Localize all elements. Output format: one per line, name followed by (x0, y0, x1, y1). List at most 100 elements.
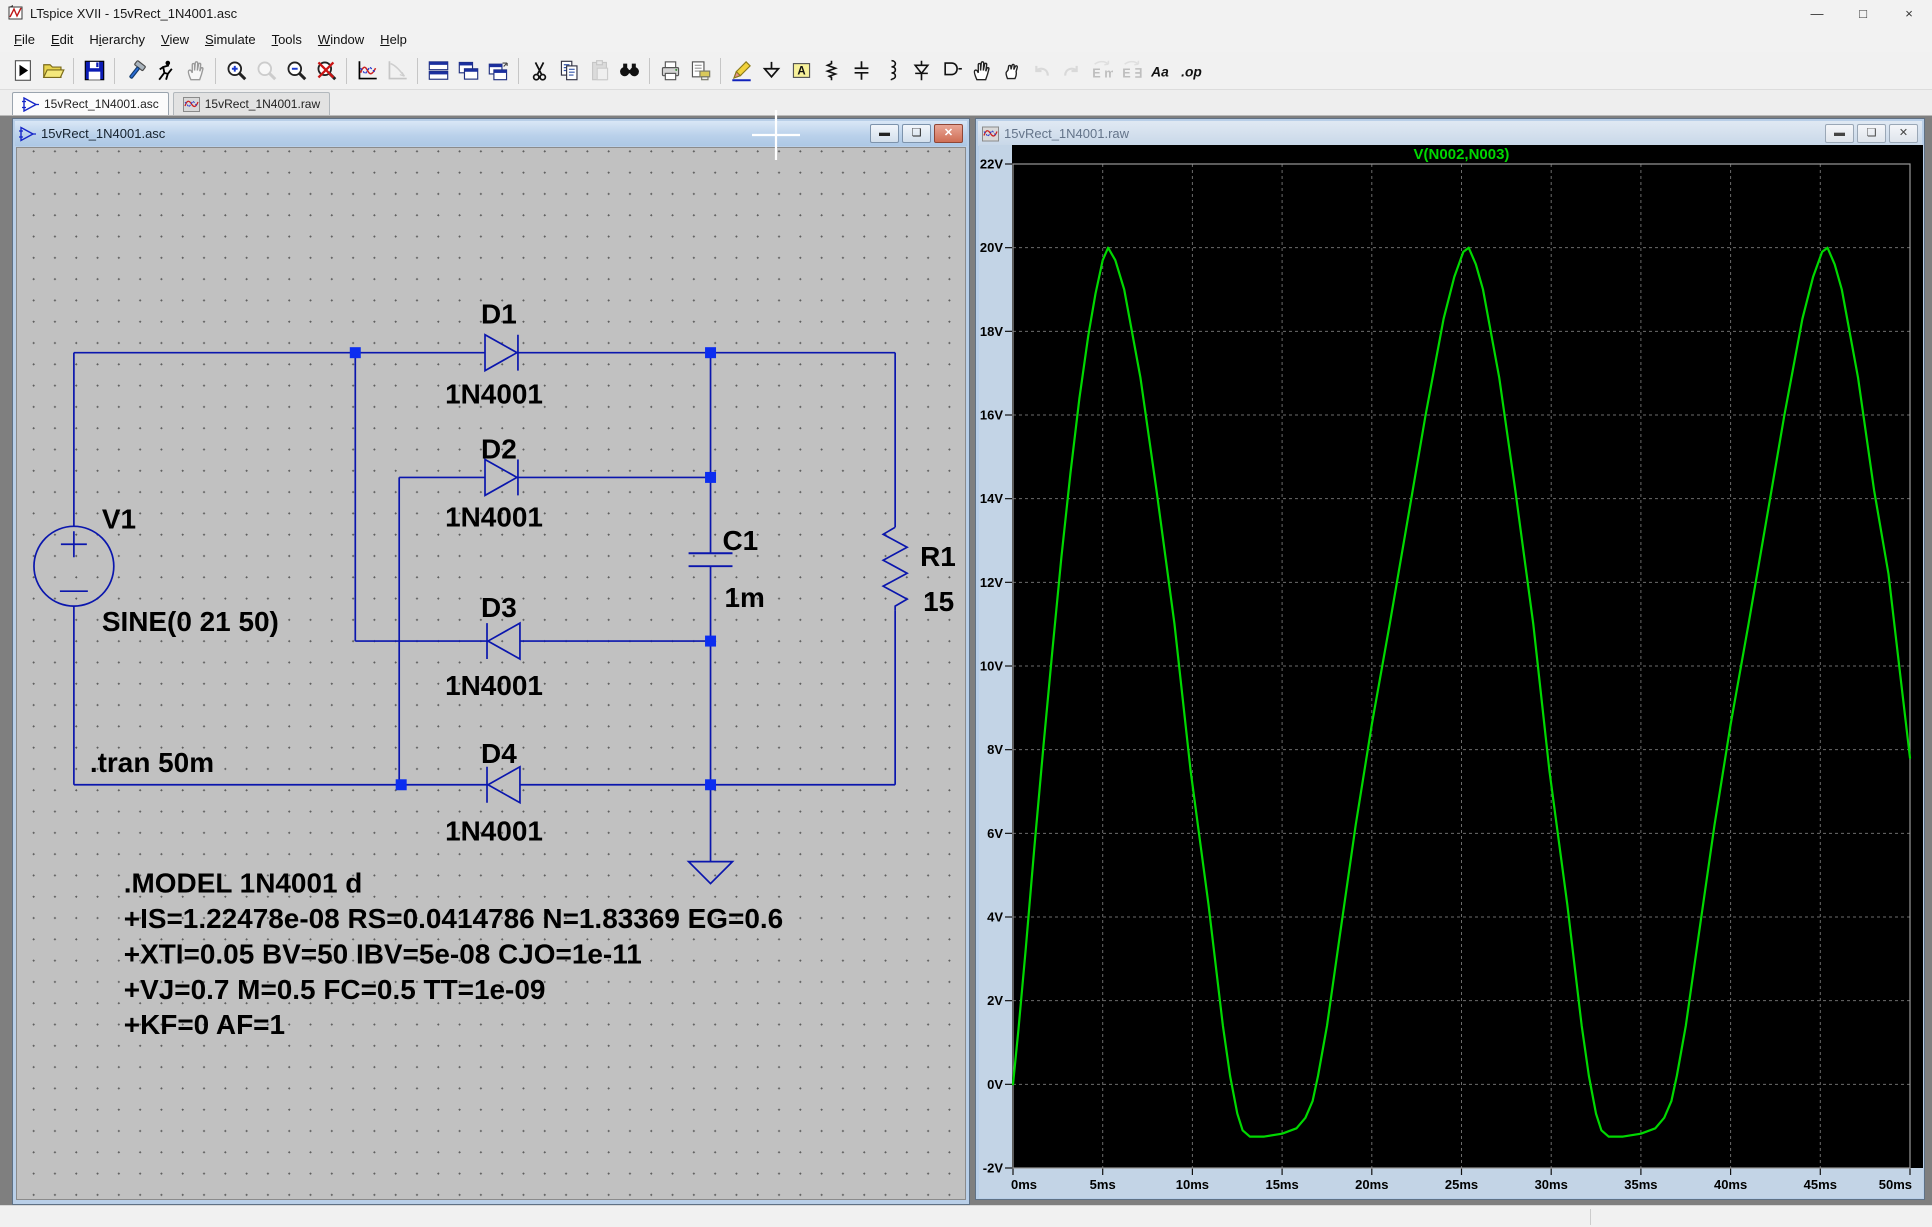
app-minimize-button[interactable]: — (1794, 0, 1840, 26)
x-axis-label: 25ms (1445, 1177, 1478, 1192)
pan-button[interactable] (181, 57, 209, 85)
run-button[interactable] (9, 57, 37, 85)
zoom-back-button[interactable] (252, 57, 280, 85)
print-button[interactable] (656, 57, 684, 85)
diode-d3[interactable] (487, 623, 520, 659)
wire-button[interactable] (727, 57, 755, 85)
x-axis-label: 5ms (1090, 1177, 1116, 1192)
schematic-close-button[interactable]: ✕ (934, 124, 963, 143)
trace-label[interactable]: V(N002,N003) (1414, 146, 1510, 163)
waveform-restore-button[interactable]: ❏ (1857, 124, 1886, 143)
diode-button[interactable] (907, 57, 935, 85)
drag-button[interactable] (997, 57, 1025, 85)
d2-value-label[interactable]: 1N4001 (445, 501, 543, 532)
waveform-close-button[interactable]: ✕ (1889, 124, 1918, 143)
waveform-plot-area[interactable]: 0ms5ms10ms15ms20ms25ms30ms35ms40ms45ms50… (979, 145, 1923, 1198)
waveform-file-icon (183, 97, 200, 112)
ground-symbol[interactable] (689, 862, 733, 884)
model-line-5[interactable]: +KF=0 AF=1 (124, 1009, 285, 1040)
control-panel-button[interactable] (121, 57, 149, 85)
plot-settings-button[interactable] (383, 57, 411, 85)
label-net-button[interactable]: A (787, 57, 815, 85)
menu-tools[interactable]: Tools (264, 28, 310, 51)
tran-directive-label[interactable]: .tran 50m (90, 747, 214, 778)
save-button[interactable] (80, 57, 108, 85)
tile-vertical-button[interactable] (454, 57, 482, 85)
toolbar-separator (215, 58, 216, 84)
inductor-button[interactable] (877, 57, 905, 85)
tab-schematic[interactable]: 15vRect_1N4001.asc (12, 92, 169, 115)
toolbar-separator (518, 58, 519, 84)
app-maximize-button[interactable]: □ (1840, 0, 1886, 26)
spice-directive-button[interactable]: .op (1177, 57, 1205, 85)
menu-help[interactable]: Help (372, 28, 415, 51)
voltage-source-v1[interactable] (34, 526, 114, 606)
autorange-button[interactable] (353, 57, 381, 85)
model-line-2[interactable]: +IS=1.22478e-08 RS=0.0414786 N=1.83369 E… (124, 903, 783, 934)
tab-waveform[interactable]: 15vRect_1N4001.raw (173, 92, 330, 115)
menu-file[interactable]: File (6, 28, 43, 51)
zoom-out-button[interactable] (282, 57, 310, 85)
x-axis-label: 30ms (1535, 1177, 1568, 1192)
resistor-button[interactable] (817, 57, 845, 85)
tile-horizontal-button[interactable] (424, 57, 452, 85)
component-button[interactable] (937, 57, 965, 85)
cascade-button[interactable] (484, 57, 512, 85)
move-button[interactable] (967, 57, 995, 85)
menu-hierarchy[interactable]: Hierarchy (81, 28, 153, 51)
capacitor-button[interactable] (847, 57, 875, 85)
c1-value-label[interactable]: 1m (725, 582, 765, 613)
ground-button[interactable] (757, 57, 785, 85)
model-line-4[interactable]: +VJ=0.7 M=0.5 FC=0.5 TT=1e-09 (124, 974, 546, 1005)
d4-name-label[interactable]: D4 (481, 738, 517, 769)
d3-value-label[interactable]: 1N4001 (445, 670, 543, 701)
v1-value-label[interactable]: SINE(0 21 50) (102, 606, 279, 637)
y-axis-label: 12V (980, 575, 1003, 590)
menu-view[interactable]: View (153, 28, 197, 51)
d3-name-label[interactable]: D3 (481, 592, 517, 623)
copy-button[interactable] (555, 57, 583, 85)
open-button[interactable] (39, 57, 67, 85)
paste-button[interactable] (585, 57, 613, 85)
text-button[interactable]: Aa (1147, 57, 1175, 85)
r1-value-label[interactable]: 15 (923, 586, 954, 617)
mirror-button[interactable]: E m (1087, 57, 1115, 85)
schematic-canvas[interactable]: V1 SINE(0 21 50) D1 1N4001 D2 1N4001 D3 … (16, 147, 966, 1200)
diode-d4[interactable] (487, 767, 520, 803)
tab-label: 15vRect_1N4001.asc (44, 97, 159, 111)
find-button[interactable] (615, 57, 643, 85)
r1-name-label[interactable]: R1 (920, 541, 956, 572)
menu-edit[interactable]: Edit (43, 28, 81, 51)
waveform-window-titlebar[interactable]: 15vRect_1N4001.raw ▬ ❏ ✕ (978, 121, 1922, 146)
resistor-r1[interactable] (883, 527, 907, 610)
model-line-1[interactable]: .MODEL 1N4001 d (124, 868, 363, 899)
d1-value-label[interactable]: 1N4001 (445, 379, 543, 410)
y-axis-label: 10V (980, 659, 1003, 674)
schematic-minimize-button[interactable]: ▬ (870, 124, 899, 143)
rotate-button[interactable]: E ∃ (1117, 57, 1145, 85)
d1-name-label[interactable]: D1 (481, 299, 517, 330)
halt-button[interactable] (151, 57, 179, 85)
diode-d2[interactable] (485, 459, 518, 495)
waveform-file-icon (982, 126, 999, 142)
d2-name-label[interactable]: D2 (481, 433, 517, 464)
schematic-window-titlebar[interactable]: 15vRect_1N4001.asc ▬ ❏ ✕ (15, 121, 967, 146)
d4-value-label[interactable]: 1N4001 (445, 816, 543, 847)
model-line-3[interactable]: +XTI=0.05 BV=50 IBV=5e-08 CJO=1e-11 (124, 938, 642, 969)
v1-name-label[interactable]: V1 (102, 503, 136, 534)
x-axis-label: 15ms (1265, 1177, 1298, 1192)
print-preview-button[interactable] (686, 57, 714, 85)
zoom-in-button[interactable] (222, 57, 250, 85)
toolbar-separator (720, 58, 721, 84)
schematic-restore-button[interactable]: ❏ (902, 124, 931, 143)
zoom-fit-button[interactable] (312, 57, 340, 85)
diode-d1[interactable] (485, 335, 518, 371)
cut-button[interactable] (525, 57, 553, 85)
undo-button[interactable] (1027, 57, 1055, 85)
menu-simulate[interactable]: Simulate (197, 28, 264, 51)
app-close-button[interactable]: × (1886, 0, 1932, 26)
redo-button[interactable] (1057, 57, 1085, 85)
c1-name-label[interactable]: C1 (723, 525, 759, 556)
waveform-minimize-button[interactable]: ▬ (1825, 124, 1854, 143)
menu-window[interactable]: Window (310, 28, 372, 51)
